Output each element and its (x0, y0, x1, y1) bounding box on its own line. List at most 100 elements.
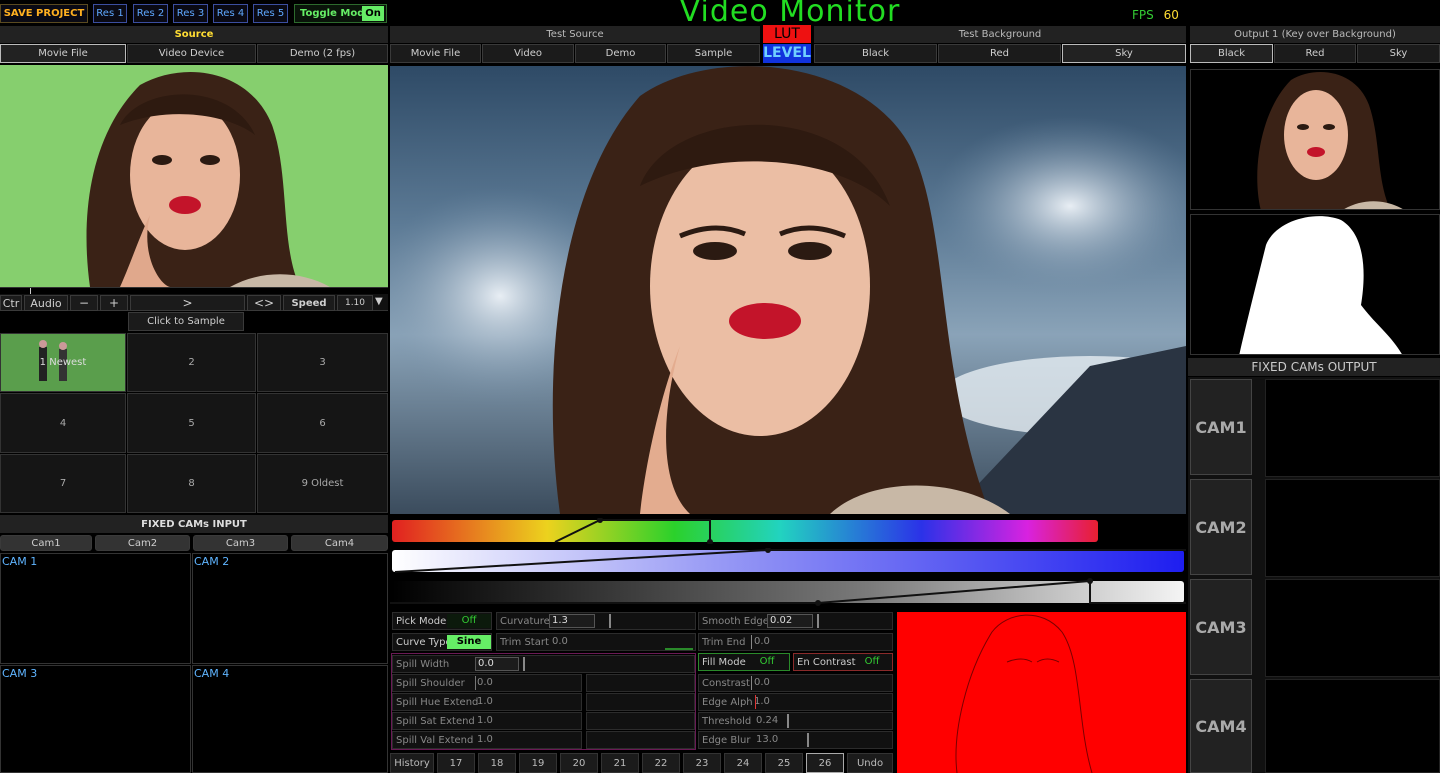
curve-type-toggle[interactable]: Curve Type Sine (392, 633, 492, 651)
res-3-button[interactable]: Res 3 (173, 4, 208, 23)
toggle-mode-button[interactable]: Toggle Mode On (294, 4, 387, 23)
cam3-tab[interactable]: Cam3 (193, 535, 288, 551)
audio-button[interactable]: Audio (24, 295, 68, 311)
spill-width-handle[interactable] (523, 657, 525, 671)
output-tab-sky[interactable]: Sky (1357, 44, 1440, 63)
cam1-output-view[interactable] (1265, 379, 1440, 477)
trim-end-slider[interactable]: Trim End 0.0 (698, 633, 893, 651)
history-item-25[interactable]: 25 (765, 753, 803, 773)
swap-button[interactable]: <> (247, 295, 281, 311)
sample-cell-5[interactable]: 5 (127, 393, 256, 453)
spill-val-value[interactable]: 1.0 (477, 734, 493, 745)
edge-alph-slider[interactable]: Edge Alph 1.0 (698, 693, 893, 711)
sample-cell-3[interactable]: 3 (257, 333, 388, 392)
trim-start-value[interactable]: 0.0 (552, 636, 568, 647)
play-button[interactable]: > (130, 295, 245, 311)
spill-sat-value[interactable]: 1.0 (477, 715, 493, 726)
saturation-gradient-slider[interactable] (390, 548, 1186, 574)
edge-blur-slider[interactable]: Edge Blur 13.0 (698, 731, 893, 749)
cam1-tab[interactable]: Cam1 (0, 535, 92, 551)
speed-value[interactable]: 1.10 (337, 295, 373, 311)
source-preview[interactable] (0, 65, 388, 287)
history-item-21[interactable]: 21 (601, 753, 639, 773)
cam3-output-view[interactable] (1265, 579, 1440, 677)
sample-cell-1[interactable]: 1 Newest (0, 333, 126, 392)
smooth-edge-slider[interactable]: Smooth Edge 0.02 (698, 612, 893, 630)
sample-cell-4[interactable]: 4 (0, 393, 126, 453)
cam4-tab[interactable]: Cam4 (291, 535, 388, 551)
test-source-tab-movie-file[interactable]: Movie File (390, 44, 481, 63)
click-to-sample-button[interactable]: Click to Sample (128, 312, 244, 331)
history-item-20[interactable]: 20 (560, 753, 598, 773)
undo-button[interactable]: Undo (847, 753, 893, 773)
cam3-output-label[interactable]: CAM3 (1190, 579, 1252, 675)
spill-sat-slider[interactable]: Spill Sat Extend 1.0 (392, 712, 582, 730)
history-item-26[interactable]: 26 (806, 753, 844, 773)
fill-mode-toggle[interactable]: Fill Mode Off (698, 653, 790, 671)
speed-dropdown-icon[interactable]: ▼ (375, 296, 387, 310)
trim-end-handle[interactable] (751, 635, 752, 649)
value-gradient-slider[interactable] (390, 578, 1186, 606)
test-source-tab-demo[interactable]: Demo (575, 44, 666, 63)
spill-val-slider[interactable]: Spill Val Extend 1.0 (392, 731, 582, 749)
test-source-tab-video[interactable]: Video (482, 44, 574, 63)
edge-blur-value[interactable]: 13.0 (756, 734, 778, 745)
source-tab-movie-file[interactable]: Movie File (0, 44, 126, 63)
test-bg-tab-black[interactable]: Black (814, 44, 937, 63)
cam-input-4[interactable]: CAM 4 (192, 665, 388, 773)
res-5-button[interactable]: Res 5 (253, 4, 288, 23)
contrast-handle[interactable] (751, 676, 752, 690)
lut-button[interactable]: LUT (763, 25, 811, 43)
res-4-button[interactable]: Res 4 (213, 4, 248, 23)
pick-mode-toggle[interactable]: Pick Mode Off (392, 612, 492, 630)
cam4-output-view[interactable] (1265, 679, 1440, 773)
threshold-slider[interactable]: Threshold 0.24 (698, 712, 893, 730)
spill-hue-value[interactable]: 1.0 (477, 696, 493, 707)
curvature-slider[interactable]: Curvature 1.3 (496, 612, 696, 630)
curvature-value[interactable]: 1.3 (549, 614, 595, 628)
edge-blur-handle[interactable] (807, 733, 809, 747)
contrast-value[interactable]: 0.0 (754, 677, 770, 688)
spill-shoulder-slider[interactable]: Spill Shoulder 0.0 (392, 674, 582, 692)
cam4-output-label[interactable]: CAM4 (1190, 679, 1252, 773)
test-bg-tab-red[interactable]: Red (938, 44, 1061, 63)
smooth-edge-handle[interactable] (817, 614, 819, 628)
curvature-handle[interactable] (609, 614, 611, 628)
cam-input-2[interactable]: CAM 2 (192, 553, 388, 664)
level-button[interactable]: LEVEL (763, 44, 811, 63)
main-preview[interactable] (390, 66, 1186, 514)
edge-alph-handle[interactable] (755, 695, 756, 709)
cam1-output-label[interactable]: CAM1 (1190, 379, 1252, 475)
cam2-output-label[interactable]: CAM2 (1190, 479, 1252, 575)
spill-width-slider[interactable]: Spill Width 0.0 (392, 655, 695, 673)
test-bg-tab-sky[interactable]: Sky (1062, 44, 1186, 63)
res-1-button[interactable]: Res 1 (93, 4, 127, 23)
test-source-tab-sample[interactable]: Sample (667, 44, 760, 63)
history-item-17[interactable]: 17 (437, 753, 475, 773)
hue-gradient-slider[interactable] (390, 518, 1186, 544)
sample-cell-7[interactable]: 7 (0, 454, 126, 513)
sample-cell-9[interactable]: 9 Oldest (257, 454, 388, 513)
trim-start-slider[interactable]: Trim Start 0.0 (496, 633, 696, 651)
plus-button[interactable]: + (100, 295, 128, 311)
threshold-handle[interactable] (787, 714, 789, 728)
history-item-24[interactable]: 24 (724, 753, 762, 773)
sample-cell-2[interactable]: 2 (127, 333, 256, 392)
contrast-slider[interactable]: Constrast 0.0 (698, 674, 893, 692)
output-tab-black[interactable]: Black (1190, 44, 1273, 63)
sample-cell-6[interactable]: 6 (257, 393, 388, 453)
sample-cell-8[interactable]: 8 (127, 454, 256, 513)
spill-width-value[interactable]: 0.0 (475, 657, 519, 671)
res-2-button[interactable]: Res 2 (133, 4, 168, 23)
threshold-value[interactable]: 0.24 (756, 715, 778, 726)
cam2-tab[interactable]: Cam2 (95, 535, 190, 551)
ctr-button[interactable]: Ctr (0, 295, 22, 311)
history-item-18[interactable]: 18 (478, 753, 516, 773)
spill-shoulder-handle[interactable] (475, 676, 476, 690)
source-tab-demo[interactable]: Demo (2 fps) (257, 44, 388, 63)
en-contrast-toggle[interactable]: En Contrast Off (793, 653, 893, 671)
history-item-19[interactable]: 19 (519, 753, 557, 773)
cam-input-3[interactable]: CAM 3 (0, 665, 191, 773)
history-item-22[interactable]: 22 (642, 753, 680, 773)
spill-shoulder-value[interactable]: 0.0 (477, 677, 493, 688)
